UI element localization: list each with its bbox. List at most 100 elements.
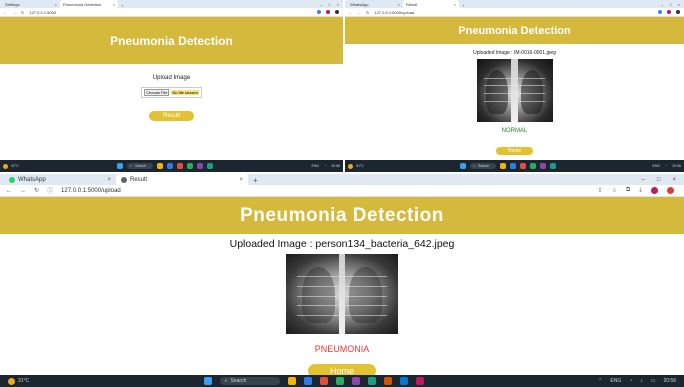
new-tab-icon[interactable]: + (248, 176, 263, 185)
profile-icon[interactable] (651, 187, 658, 194)
chevron-up-icon[interactable]: ⌃ (598, 378, 602, 384)
extension-icon[interactable] (658, 10, 662, 14)
page-banner: Pneumonia Detection (345, 17, 684, 44)
extension-icon[interactable] (317, 10, 321, 14)
wifi-icon[interactable]: ◔ (324, 164, 326, 168)
windows-icon[interactable] (117, 163, 124, 169)
app-icon[interactable] (303, 377, 312, 385)
maximize-icon[interactable]: □ (657, 177, 661, 183)
app-icon[interactable] (335, 377, 344, 385)
sun-icon (3, 163, 8, 169)
taskbar-search[interactable]: ⌕ Search (219, 377, 280, 385)
close-icon[interactable]: × (113, 2, 115, 7)
share-icon[interactable]: ⇪ (598, 187, 603, 194)
page-banner: Pneumonia Detection (0, 197, 684, 234)
app-icon[interactable] (167, 163, 174, 169)
wifi-icon[interactable]: ◔ (629, 378, 632, 384)
back-icon[interactable]: ← (6, 188, 12, 194)
close-icon[interactable]: × (454, 2, 456, 7)
tab-result[interactable]: Result × (403, 0, 459, 8)
weather-widget[interactable]: 31°C (3, 163, 19, 169)
address-bar: ← → ↻ 127.0.0.1:5000/upload (345, 8, 684, 17)
tab-whatsapp[interactable]: WhatsApp × (347, 0, 403, 8)
tab-whatsapp[interactable]: WhatsApp × (4, 174, 116, 185)
close-window-icon[interactable]: × (678, 2, 680, 7)
weather-widget[interactable]: 31°C (348, 163, 364, 169)
forward-icon[interactable]: → (357, 10, 361, 15)
app-icon[interactable] (510, 163, 517, 169)
back-icon[interactable]: ← (348, 10, 352, 15)
app-icon[interactable] (197, 163, 204, 169)
forward-icon[interactable]: → (20, 188, 26, 194)
browser-toolbar (317, 10, 343, 14)
app-icon[interactable] (207, 163, 214, 169)
reload-icon[interactable]: ↻ (366, 10, 369, 15)
minimize-icon[interactable]: – (320, 2, 322, 7)
tab-result[interactable]: Result × (116, 174, 248, 185)
minimize-icon[interactable]: – (661, 2, 663, 7)
app-icon[interactable] (319, 377, 328, 385)
menu-icon[interactable] (335, 10, 339, 14)
site-info-icon[interactable]: ⓘ (47, 186, 53, 195)
extension-icon[interactable]: ⧉ (626, 187, 630, 194)
back-icon[interactable]: ← (3, 10, 7, 15)
wifi-icon[interactable]: ◔ (665, 164, 667, 168)
app-icon[interactable] (367, 377, 376, 385)
xray-image (286, 254, 398, 334)
close-window-icon[interactable]: × (337, 2, 339, 7)
maximize-icon[interactable]: □ (669, 2, 671, 7)
app-icon[interactable] (187, 163, 194, 169)
app-icon[interactable] (540, 163, 547, 169)
profile-icon[interactable] (326, 10, 330, 14)
close-icon[interactable]: × (107, 177, 111, 183)
app-icon[interactable] (383, 377, 392, 385)
taskbar-apps (500, 163, 557, 169)
app-icon[interactable] (550, 163, 557, 169)
app-icon[interactable] (399, 377, 408, 385)
maximize-icon[interactable]: □ (328, 2, 330, 7)
app-icon[interactable] (177, 163, 184, 169)
app-icon[interactable] (157, 163, 164, 169)
browser-tab-bar: WhatsApp × Result × + – □ × (0, 174, 684, 185)
app-icon[interactable] (351, 377, 360, 385)
browser-toolbar: ⇪ ☆ ⧉ ⤓ (598, 187, 684, 194)
close-icon[interactable]: × (55, 2, 57, 7)
tab-settings[interactable]: Settings × (2, 0, 60, 8)
menu-icon[interactable] (676, 10, 680, 14)
close-icon[interactable]: × (398, 2, 400, 7)
bookmark-icon[interactable]: ☆ (612, 187, 617, 194)
system-tray: ⌃ ENG ◔ ♪ ▭ 20:56 (598, 378, 676, 384)
close-window-icon[interactable]: × (672, 177, 676, 183)
taskbar-search[interactable]: ⌕ Search (470, 163, 497, 169)
home-button[interactable]: Home (495, 147, 534, 155)
uploaded-image-label: Uploaded Image : IM-0016-0001.jpeg (473, 50, 556, 56)
windows-icon[interactable] (460, 163, 467, 169)
forward-icon[interactable]: → (12, 10, 16, 15)
windows-icon[interactable] (203, 377, 212, 385)
url-field[interactable]: 127.0.0.1:5000/upload (374, 10, 414, 15)
tab-pneumonia-detection[interactable]: Pneumonia Detection × (60, 0, 118, 8)
choose-file-button[interactable]: Choose File (144, 89, 170, 96)
weather-widget[interactable]: 31°C (8, 377, 29, 385)
page-title: Pneumonia Detection (458, 24, 571, 37)
file-input[interactable]: Choose File No file chosen (141, 87, 202, 98)
url-field[interactable]: 127.0.0.1:5000/upload (61, 188, 121, 194)
minimize-icon[interactable]: – (642, 177, 645, 183)
taskbar-search[interactable]: ⌕ Search (127, 163, 154, 169)
download-icon[interactable]: ⤓ (639, 187, 642, 194)
app-icon[interactable] (520, 163, 527, 169)
reload-icon[interactable]: ↻ (21, 10, 24, 15)
app-icon[interactable] (530, 163, 537, 169)
app-icon[interactable] (500, 163, 507, 169)
result-button[interactable]: Result (148, 111, 194, 121)
close-icon[interactable]: × (239, 177, 243, 183)
menu-icon[interactable] (667, 187, 674, 194)
volume-icon[interactable]: ♪ (640, 378, 643, 384)
url-field[interactable]: 127.0.0.1:5000 (29, 10, 56, 15)
app-icon[interactable] (415, 377, 424, 385)
battery-icon[interactable]: ▭ (651, 378, 656, 384)
prediction-result: NORMAL (501, 128, 528, 134)
reload-icon[interactable]: ↻ (34, 187, 39, 194)
profile-icon[interactable] (667, 10, 671, 14)
app-icon[interactable] (287, 377, 296, 385)
